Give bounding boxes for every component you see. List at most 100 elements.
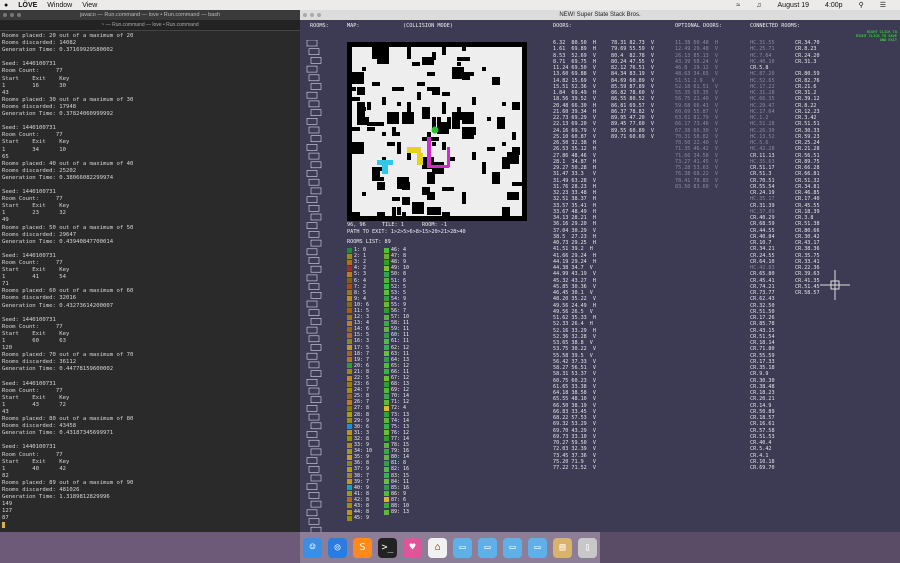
desktop-background (600, 532, 900, 563)
room-entry: 83: 15 (391, 472, 410, 479)
terminal-line: 43 (2, 89, 9, 96)
room-color-swatch (384, 387, 389, 393)
room-color-swatch (347, 479, 352, 485)
list-icon[interactable]: ☰ (880, 1, 886, 9)
folder-icon[interactable]: ▭ (478, 537, 497, 558)
apple-icon[interactable]: ● (4, 2, 8, 9)
minimap-room (306, 40, 318, 47)
minimap-room (308, 465, 320, 473)
map-cell (512, 147, 520, 155)
terminal-titlebar[interactable]: javaco — Run.command — love • Run.comman… (0, 10, 300, 20)
terminal-line: Generation Time: 0.44778159600002 (2, 366, 114, 373)
terminal-line: Generation Time: 0.37169929580002 (2, 47, 114, 54)
room-color-swatch (347, 491, 352, 497)
terminal-line: Start Exit Key (2, 394, 70, 401)
minimap-room (310, 344, 322, 351)
optional-door-entry: 56.75 21.40 V (675, 96, 718, 103)
love-icon[interactable]: ♥ (403, 537, 422, 558)
room-color-swatch (384, 479, 389, 485)
minimap-room (310, 57, 322, 64)
room-entry: 27: 8 (354, 405, 370, 412)
terminal-line: Room Count: 77 (2, 387, 63, 394)
game-canvas[interactable]: ROOMS: MAP: (COLLISION MODE) DOORS: OPTI… (300, 20, 900, 532)
room-color-swatch (384, 357, 389, 363)
finder-icon[interactable]: ☺ (303, 537, 322, 558)
terminal-icon[interactable]: >_ (378, 537, 397, 558)
trash-icon[interactable]: ▯ (578, 537, 597, 558)
map-cell (372, 167, 380, 179)
terminal-tab[interactable]: ~ — Run.command — love • Run.command (0, 20, 300, 31)
room-entry: 68: 13 (391, 381, 410, 388)
map-cell (512, 102, 520, 110)
date-label[interactable]: August 19 (778, 2, 810, 9)
room-color-swatch (347, 509, 352, 515)
map-cell (452, 67, 464, 79)
app-menu[interactable]: LÖVE (18, 2, 37, 9)
room-color-swatch (384, 442, 389, 448)
room-color-swatch (384, 430, 389, 436)
room-color-swatch (347, 485, 352, 491)
minimap-room (310, 500, 322, 508)
dungeon-map[interactable] (347, 42, 527, 221)
folder-icon[interactable]: ▭ (503, 537, 522, 558)
room-entry: 45: 9 (354, 515, 370, 522)
room-entry: 55: 9 (391, 301, 407, 308)
folder-icon[interactable]: ▭ (528, 537, 547, 558)
map-cell (392, 127, 396, 135)
minimize-button[interactable] (10, 13, 14, 17)
folder-icon[interactable]: ▭ (453, 537, 472, 558)
optional-door-entry: 83.50 83.60 V (675, 183, 718, 190)
minimap-room (308, 309, 320, 317)
map-cell (442, 92, 450, 96)
room-color-swatch (384, 326, 389, 332)
time-label[interactable]: 4:00p (825, 2, 843, 9)
search-icon[interactable]: ⚲ (859, 1, 864, 9)
room-color-swatch (384, 436, 389, 442)
minimap-room (306, 248, 318, 256)
terminal-line: Room Count: 77 (2, 68, 63, 75)
room-entry: 81: 8 (391, 460, 407, 467)
room-color-swatch (347, 430, 352, 436)
map-cell (457, 62, 461, 66)
safari-icon[interactable]: ◎ (328, 537, 347, 558)
minimize-button[interactable] (310, 13, 314, 17)
zoom-button[interactable] (317, 13, 321, 17)
terminal-line: 1 16 30 (2, 82, 66, 89)
home-folder-icon[interactable]: ⌂ (428, 537, 447, 558)
close-button[interactable] (3, 13, 7, 17)
room-color-swatch (384, 491, 389, 497)
map-cell (457, 112, 469, 116)
volume-icon[interactable]: ♫ (756, 2, 761, 9)
map-cell (372, 47, 384, 59)
map-cell (502, 102, 506, 106)
sublime-icon[interactable]: S (353, 537, 372, 558)
door-entry: 49.56 24.49 H (553, 302, 596, 309)
menu-window[interactable]: Window (47, 2, 72, 9)
room-color-swatch (384, 351, 389, 357)
room-color-swatch (347, 332, 352, 338)
room-color-swatch (384, 375, 389, 381)
door-entry: 14.82 15.69 V (553, 77, 596, 84)
minimap-room (306, 378, 318, 386)
minimap-room (310, 239, 322, 247)
minimap-room (306, 274, 318, 282)
zoom-button[interactable] (17, 13, 21, 17)
room-color-swatch (384, 284, 389, 290)
room-color-swatch (347, 265, 352, 271)
wifi-icon[interactable]: ≈ (736, 2, 740, 9)
map-cell (487, 147, 495, 151)
game-titlebar[interactable]: NEW! Super State Stack Bros. (300, 10, 900, 20)
room-color-swatch (384, 503, 389, 509)
archive-icon[interactable]: ▤ (553, 537, 572, 558)
door-entry: 32.51 38.37 H (553, 196, 596, 203)
path-to-exit: PATH TO EXIT: 1>2>5>6>8>15>20>21>28>40 (347, 229, 466, 235)
love-game-window: NEW! Super State Stack Bros. ROOMS: MAP:… (300, 10, 900, 532)
door-entry: 69.70 43.29 V (553, 427, 596, 434)
menu-view[interactable]: View (82, 2, 97, 9)
terminal-output[interactable]: Rooms placed: 20 out of a maximum of 20 R… (0, 31, 300, 532)
map-cell (442, 102, 446, 114)
close-button[interactable] (303, 13, 307, 17)
optional-door-entry: 67.38 60.30 V (675, 127, 718, 134)
